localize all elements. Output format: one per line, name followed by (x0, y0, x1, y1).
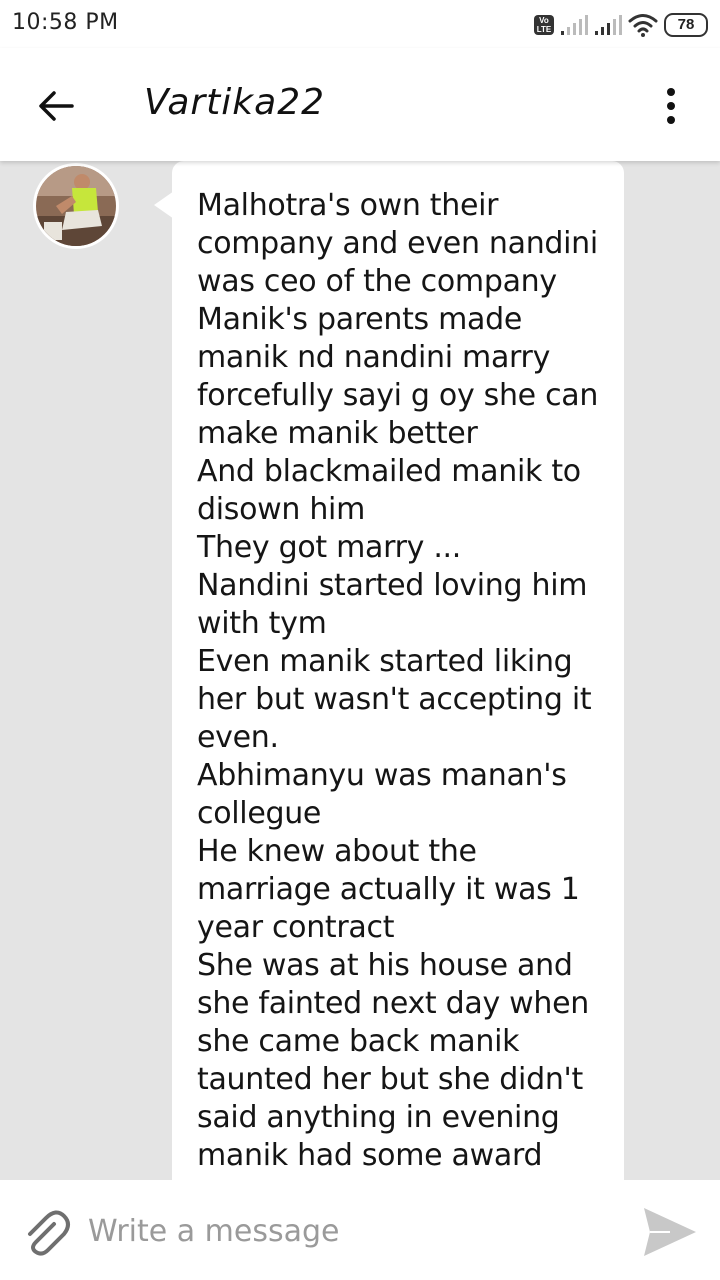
message-bubble[interactable]: Malhotra's own their company and even nan… (172, 161, 624, 1180)
chat-title: Vartika22 (144, 82, 326, 123)
more-options-button[interactable] (656, 86, 686, 126)
battery-indicator: 78 (664, 13, 708, 37)
more-vert-icon (667, 88, 675, 124)
volte-icon: Vo LTE (534, 15, 554, 35)
message-line: She was at his house and (197, 948, 573, 983)
message-line: she fainted next day when (197, 986, 589, 1021)
status-bar: 10:58 PM Vo LTE 78 (0, 0, 720, 48)
send-icon (644, 1208, 696, 1256)
message-line: Manik's parents made (197, 302, 523, 337)
arrow-left-icon (39, 91, 74, 121)
avatar-image (36, 166, 116, 246)
message-line: manik nd nandini marry (197, 340, 551, 375)
message-line: taunted her but she didn't (197, 1062, 583, 1097)
message-line: she came back manik (197, 1024, 520, 1059)
message-line: year contract (197, 910, 395, 945)
message-line: He knew about the (197, 834, 477, 869)
message-line: disown him (197, 492, 366, 527)
message-input[interactable] (88, 1208, 608, 1254)
signal-icon (561, 15, 588, 35)
chat-header: Vartika22 (0, 48, 720, 161)
message-line: Nandini started loving him (197, 568, 588, 603)
avatar[interactable] (33, 163, 119, 249)
message-line: said anything in evening (197, 1100, 560, 1135)
message-line: Abhimanyu was manan's (197, 758, 567, 793)
attach-button[interactable] (18, 1206, 72, 1260)
message-line: make manik better (197, 416, 478, 451)
message-line: with tym (197, 606, 327, 641)
message-line: marriage actually it was 1 (197, 872, 580, 907)
chat-area[interactable]: Malhotra's own their company and even nan… (0, 161, 720, 1180)
message-line: Malhotra's own their (197, 188, 499, 223)
message-line: her but wasn't accepting it (197, 682, 592, 717)
message-line: even. (197, 720, 279, 755)
paperclip-icon (28, 1210, 70, 1256)
send-button[interactable] (640, 1204, 698, 1260)
message-line: company and even nandini (197, 226, 598, 261)
message-line: was ceo of the company (197, 264, 557, 299)
message-line: Even manik started liking (197, 644, 573, 679)
message-line: manik had some award (197, 1138, 543, 1173)
volte-label: Vo LTE (536, 16, 552, 34)
status-time: 10:58 PM (12, 10, 119, 35)
avatar-photo (36, 166, 116, 246)
back-button[interactable] (34, 86, 78, 126)
composer (0, 1180, 720, 1280)
message-line: collegue (197, 796, 322, 831)
wifi-icon (628, 14, 658, 37)
message-line: forcefully sayi g oy she can (197, 378, 599, 413)
battery-level: 78 (677, 16, 695, 33)
message-line: They got marry ... (197, 530, 462, 565)
bubble-tail (154, 191, 174, 219)
status-icons: Vo LTE 78 (534, 12, 708, 38)
signal-icon-sim2 (595, 15, 622, 35)
message-line: And blackmailed manik to (197, 454, 581, 489)
